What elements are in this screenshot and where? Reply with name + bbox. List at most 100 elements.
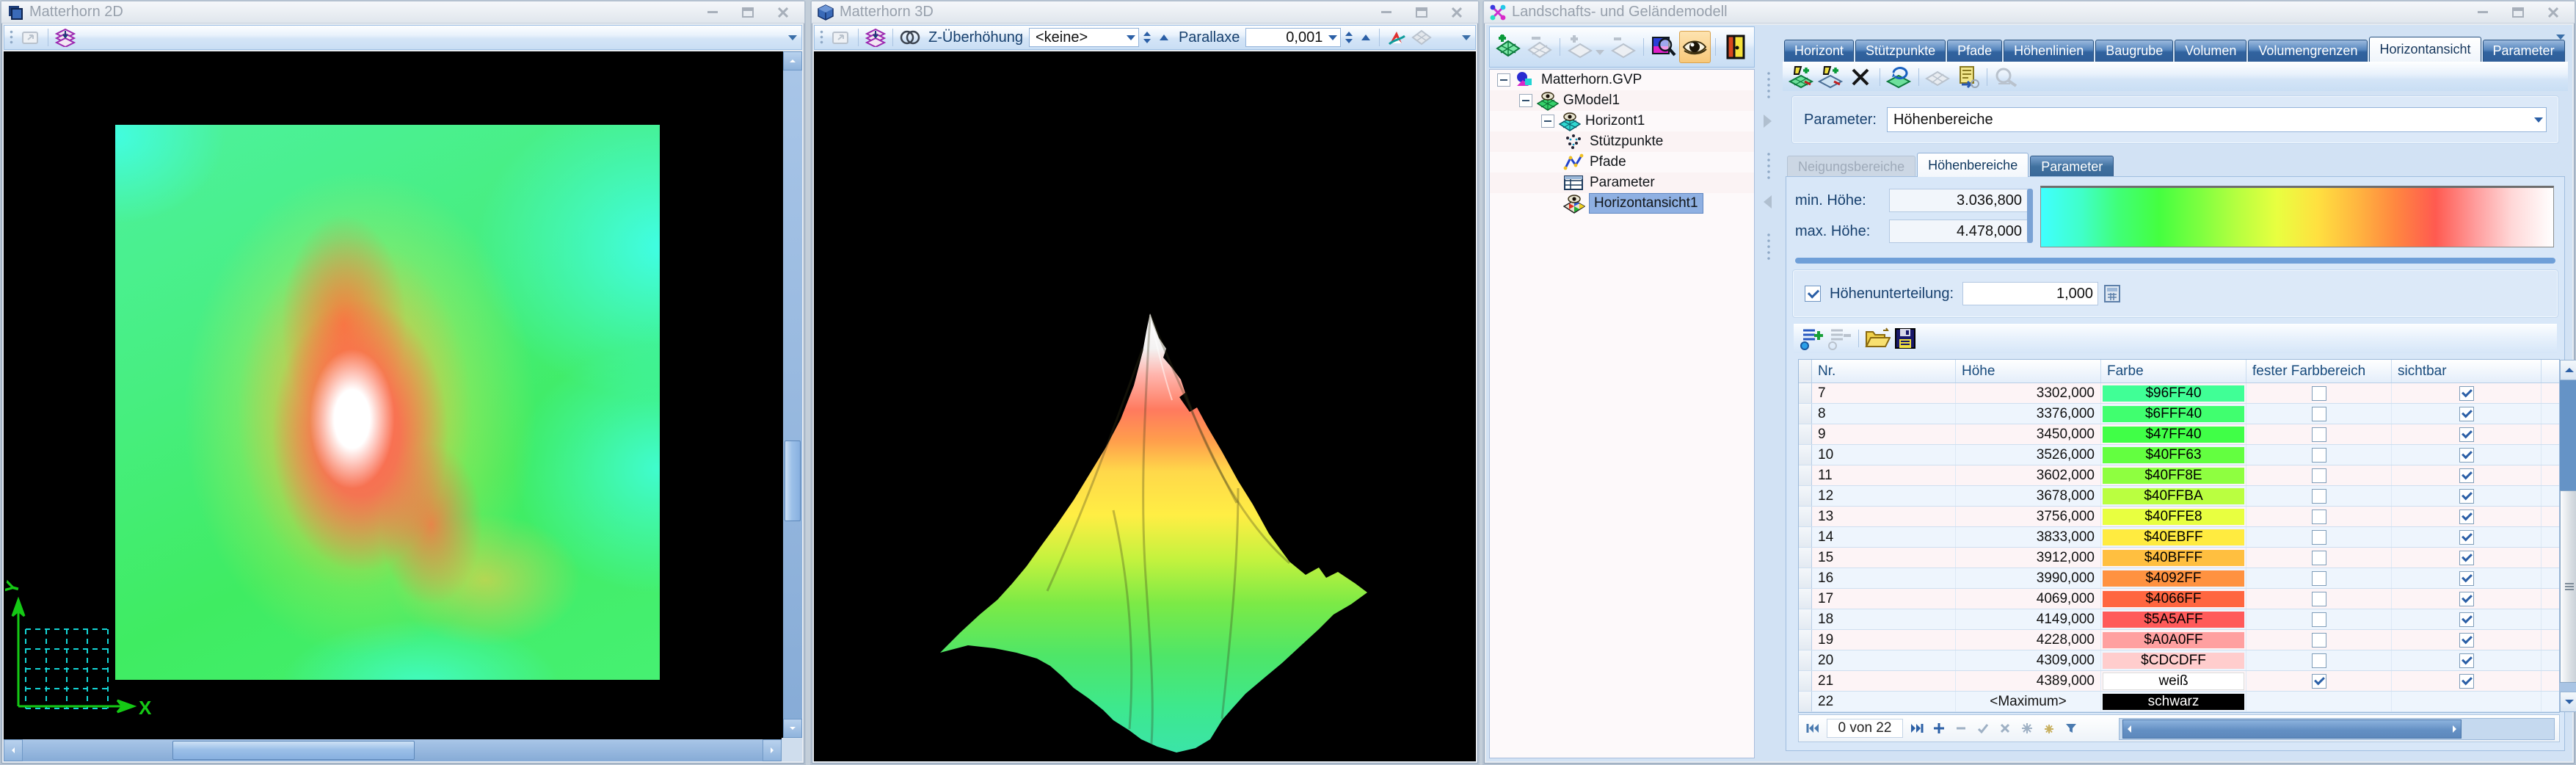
table-row-8[interactable]: 83376,000$6FFF40	[1799, 404, 2559, 424]
parallax-spinner[interactable]	[1345, 32, 1353, 43]
search-disabled-button[interactable]	[1992, 65, 2021, 90]
tree-expander-icon[interactable]	[1497, 73, 1510, 87]
row-indicator[interactable]	[1799, 630, 1812, 650]
delete-view-button[interactable]	[1846, 65, 1875, 90]
cell-hoehe[interactable]: 3376,000	[1956, 404, 2101, 424]
scroll-thumb[interactable]	[785, 440, 801, 521]
column-header-farbe[interactable]: Farbe	[2101, 360, 2246, 382]
layers-button[interactable]	[53, 27, 78, 48]
cell-farbe[interactable]: $96FF40	[2101, 383, 2246, 403]
cell-sichtbar[interactable]	[2392, 568, 2542, 588]
cell-hoehe[interactable]: 3602,000	[1956, 465, 2101, 485]
fester-farbbereich-checkbox[interactable]	[2312, 386, 2326, 401]
table-row-15[interactable]: 153912,000$40BFFF	[1799, 548, 2559, 568]
fester-farbbereich-checkbox[interactable]	[2312, 427, 2326, 442]
calculator-icon[interactable]	[2104, 285, 2120, 302]
cell-sichtbar[interactable]	[2392, 404, 2542, 424]
cell-fester-farbbereich[interactable]	[2246, 445, 2392, 465]
maximize-button[interactable]	[735, 5, 760, 20]
tab-baugrube[interactable]: Baugrube	[2095, 40, 2173, 62]
cell-farbe[interactable]: $5A5AFF	[2101, 609, 2246, 629]
cell-hoehe[interactable]: 4069,000	[1956, 589, 2101, 609]
titlebar-lgm[interactable]: Landschafts- und Geländemodell	[1484, 1, 2575, 23]
row-indicator[interactable]	[1799, 507, 1812, 526]
cell-fester-farbbereich[interactable]	[2246, 650, 2392, 670]
sichtbar-checkbox[interactable]	[2459, 674, 2474, 689]
scroll-thumb[interactable]	[2122, 719, 2462, 739]
tree-expander-icon[interactable]	[1519, 94, 1532, 107]
render-mode-button[interactable]	[1384, 27, 1409, 48]
sichtbar-checkbox[interactable]	[2459, 407, 2474, 421]
cell-nr[interactable]: 8	[1812, 404, 1956, 424]
sichtbar-checkbox[interactable]	[2459, 468, 2474, 483]
cell-fester-farbbereich[interactable]	[2246, 609, 2392, 629]
post-edit-button[interactable]	[1972, 718, 1994, 739]
subtab-parameter[interactable]: Parameter	[2030, 156, 2114, 177]
row-indicator-header[interactable]	[1799, 360, 1812, 382]
fester-farbbereich-checkbox[interactable]	[2312, 448, 2326, 463]
cell-hoehe[interactable]: 3990,000	[1956, 568, 2101, 588]
cell-sichtbar[interactable]	[2392, 650, 2542, 670]
row-indicator[interactable]	[1799, 568, 1812, 588]
table-row-7[interactable]: 73302,000$96FF40	[1799, 383, 2559, 404]
cell-fester-farbbereich[interactable]	[2246, 589, 2392, 609]
table-row-11[interactable]: 113602,000$40FF8E	[1799, 465, 2559, 486]
cell-fester-farbbereich[interactable]	[2246, 527, 2392, 547]
tab-horizont[interactable]: Horizont	[1784, 40, 1854, 62]
cell-farbe[interactable]: $40BFFF	[2101, 548, 2246, 568]
close-button[interactable]	[771, 5, 796, 20]
filter-button[interactable]	[2060, 718, 2082, 739]
tabs-overflow-button[interactable]	[2556, 40, 2565, 53]
max-hoehe-field[interactable]: 4.478,000	[1889, 220, 2029, 243]
cell-sichtbar[interactable]	[2392, 383, 2542, 403]
cell-fester-farbbereich[interactable]	[2246, 507, 2392, 526]
cell-hoehe[interactable]: <Maximum>	[1956, 692, 2101, 711]
cell-farbe[interactable]: $40EBFF	[2101, 527, 2246, 547]
cell-fester-farbbereich[interactable]	[2246, 630, 2392, 650]
cell-fester-farbbereich[interactable]	[2246, 568, 2392, 588]
tab-horizontansicht[interactable]: Horizontansicht	[2369, 37, 2481, 62]
sichtbar-checkbox[interactable]	[2459, 427, 2474, 442]
fester-farbbereich-checkbox[interactable]	[2312, 530, 2326, 545]
fester-farbbereich-checkbox[interactable]	[2312, 489, 2326, 504]
tab-pfade[interactable]: Pfade	[1947, 40, 2002, 62]
search-model-button[interactable]	[1648, 31, 1679, 63]
row-indicator[interactable]	[1799, 404, 1812, 424]
cell-farbe[interactable]: $47FF40	[2101, 424, 2246, 444]
cell-hoehe[interactable]: 3833,000	[1956, 527, 2101, 547]
table-row-17[interactable]: 174069,000$4066FF	[1799, 589, 2559, 609]
save-palette-button[interactable]	[1891, 326, 1919, 351]
tree-item-gmodel1[interactable]: GModel1	[1490, 90, 1754, 111]
toolbar-overflow-button[interactable]	[1460, 26, 1472, 49]
maximize-button[interactable]	[1409, 5, 1434, 20]
cell-hoehe[interactable]: 4309,000	[1956, 650, 2101, 670]
tree-item-horizontansicht1[interactable]: Horizontansicht1	[1490, 193, 1754, 214]
visibility-toggle-button[interactable]	[1679, 31, 1711, 63]
z-exaggeration-up-icon[interactable]	[1160, 35, 1168, 40]
remove-entry-button[interactable]	[1826, 326, 1854, 351]
layers-button[interactable]	[863, 27, 888, 48]
close-button[interactable]	[2541, 5, 2566, 20]
tab-volumengrenzen[interactable]: Volumengrenzen	[2248, 40, 2368, 62]
minimize-button[interactable]	[700, 5, 725, 20]
row-indicator[interactable]	[1799, 692, 1812, 711]
cell-nr[interactable]: 7	[1812, 383, 1956, 403]
close-button[interactable]	[1444, 5, 1469, 20]
column-header-fester-farbbereich[interactable]: fester Farbbereich	[2246, 360, 2392, 382]
cell-sichtbar[interactable]	[2392, 424, 2542, 444]
cell-farbe[interactable]: $6FFF40	[2101, 404, 2246, 424]
cell-hoehe[interactable]: 3302,000	[1956, 383, 2101, 403]
vertical-scrollbar-2d[interactable]	[783, 51, 802, 738]
float-window-button[interactable]	[829, 27, 854, 48]
collapse-left-icon[interactable]	[1764, 195, 1772, 209]
first-record-button[interactable]	[1802, 718, 1824, 739]
table-row-16[interactable]: 163990,000$4092FF	[1799, 568, 2559, 589]
cell-fester-farbbereich[interactable]	[2246, 424, 2392, 444]
min-hoehe-field[interactable]: 3.036,800	[1889, 189, 2029, 212]
cell-farbe[interactable]: weiß	[2101, 671, 2246, 691]
hoehenunterteilung-checkbox[interactable]	[1805, 286, 1821, 302]
table-row-20[interactable]: 204309,000$CDCDFF	[1799, 650, 2559, 671]
tree-item-st-tzpunkte[interactable]: Stützpunkte	[1490, 131, 1754, 152]
tree-item-matterhorn-gvp[interactable]: Matterhorn.GVP	[1490, 70, 1754, 90]
row-indicator[interactable]	[1799, 486, 1812, 506]
